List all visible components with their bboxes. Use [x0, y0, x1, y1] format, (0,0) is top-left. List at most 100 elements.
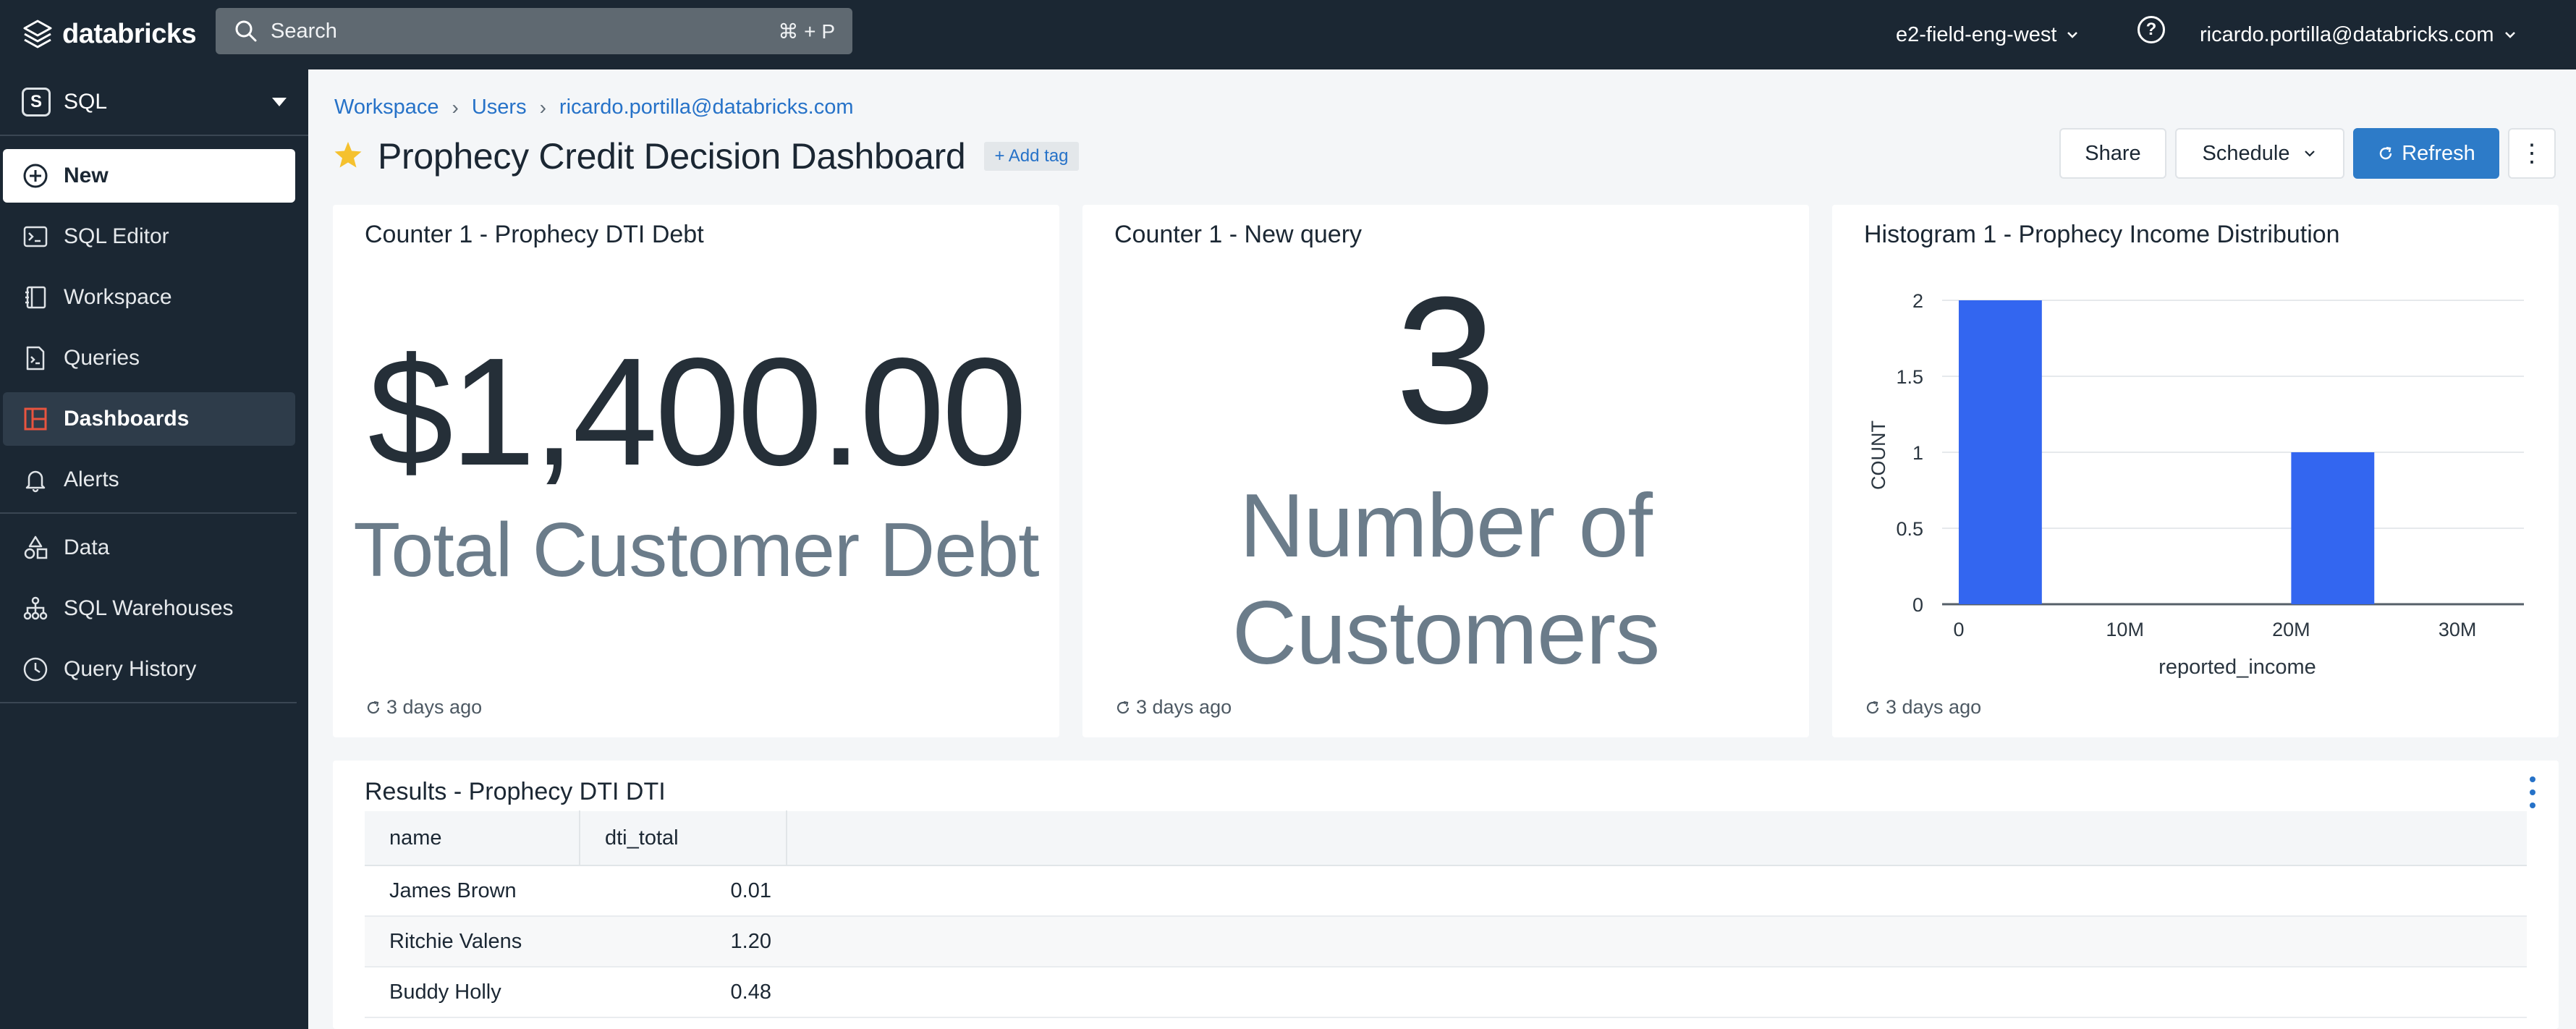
counter-label: Total Customer Debt — [353, 507, 1039, 593]
x-tick-label: 10M — [2106, 619, 2144, 640]
cell-name: Buddy Holly — [389, 980, 501, 1004]
refresh-icon — [2380, 146, 2392, 160]
cell-dti-total: 0.48 — [730, 980, 771, 1004]
sidebar-item-label: Workspace — [64, 285, 172, 309]
user-email: ricardo.portilla@databricks.com — [2200, 22, 2494, 46]
updated-time: 3 days ago — [1886, 696, 1982, 718]
table-row: Ritchie Valens 1.20 — [365, 917, 2527, 967]
page-title: Prophecy Credit Decision Dashboard — [378, 136, 966, 177]
notebook-icon — [25, 286, 46, 309]
refresh-icon — [1866, 700, 1879, 713]
top-bar: databricks Search ⌘ + P e2-field-eng-wes… — [0, 0, 2576, 69]
sidebar-item-dashboards[interactable]: Dashboards — [3, 392, 295, 446]
user-menu[interactable]: ricardo.portilla@databricks.com — [2200, 16, 2517, 54]
cell-name: Ritchie Valens — [389, 929, 522, 953]
histogram-bar — [1958, 300, 2042, 604]
query-icon — [26, 346, 45, 370]
breadcrumb-user-folder[interactable]: ricardo.portilla@databricks.com — [559, 96, 854, 119]
x-tick-label: 20M — [2272, 619, 2310, 640]
refresh-icon — [367, 700, 380, 713]
column-header-name[interactable]: name — [365, 810, 580, 865]
refresh-label: Refresh — [2402, 141, 2475, 165]
add-tag-button[interactable]: + Add tag — [984, 142, 1079, 171]
widget-title: Counter 1 - New query — [1114, 221, 1363, 248]
breadcrumb-workspace[interactable]: Workspace — [334, 96, 439, 119]
y-axis-label: COUNT — [1868, 420, 1889, 490]
sidebar-item-label: Alerts — [64, 467, 119, 491]
x-tick-label: 0 — [1953, 619, 1964, 640]
new-label: New — [64, 164, 109, 187]
table-row: Buddy Holly 0.48 — [365, 967, 2527, 1018]
warehouse-icon — [23, 596, 48, 620]
widget-refresh-status[interactable]: 3 days ago — [1864, 696, 1981, 719]
counter-widget-customers: Counter 1 - New query 3 Number of Custom… — [1082, 205, 1809, 737]
chevron-down-icon — [2305, 151, 2316, 157]
sidebar-item-query-history[interactable]: Query History — [3, 643, 295, 696]
sidebar-divider — [0, 702, 297, 703]
y-tick-label: 1.5 — [1896, 366, 1923, 388]
search-placeholder: Search — [271, 19, 337, 43]
bell-icon — [25, 470, 46, 493]
sidebar-item-data[interactable]: Data — [3, 521, 295, 575]
caret-down-icon — [272, 98, 287, 106]
title-row: Prophecy Credit Decision Dashboard + Add… — [333, 133, 1079, 179]
more-options-button[interactable]: ⋮ — [2508, 128, 2556, 179]
sidebar-item-workspace[interactable]: Workspace — [3, 271, 295, 324]
sql-persona-icon: S — [22, 88, 51, 117]
search-icon — [235, 20, 257, 42]
databricks-logo[interactable]: databricks — [22, 13, 197, 55]
counter-value: $1,400.00 — [368, 326, 1027, 497]
results-table: name dti_total James Brown 0.01 Ritchie … — [365, 810, 2527, 1018]
updated-time: 3 days ago — [386, 696, 483, 718]
sidebar-item-label: Data — [64, 535, 110, 559]
counter-value: 3 — [1395, 259, 1496, 461]
help-icon[interactable]: ? — [2138, 16, 2165, 43]
table-header: name dti_total — [365, 810, 2527, 866]
dashboard-icon — [24, 407, 47, 431]
y-tick-label: 1 — [1912, 442, 1923, 464]
sidebar-item-label: Query History — [64, 657, 197, 681]
persona-label: SQL — [64, 90, 108, 114]
persona-switcher[interactable]: S SQL — [0, 69, 308, 136]
counter-label: Number of Customers — [1232, 476, 1660, 683]
breadcrumb-separator: › — [452, 96, 459, 119]
search-shortcut: ⌘ + P — [778, 20, 835, 43]
new-button[interactable]: New — [3, 149, 295, 203]
refresh-button[interactable]: Refresh — [2353, 128, 2499, 179]
widget-menu-kebab-icon[interactable] — [2525, 776, 2540, 808]
widget-title: Results - Prophecy DTI DTI — [365, 778, 666, 805]
cell-name: James Brown — [389, 878, 517, 902]
widget-refresh-status[interactable]: 3 days ago — [365, 696, 482, 719]
y-tick-label: 0 — [1912, 594, 1923, 616]
sidebar-item-label: Dashboards — [64, 407, 190, 431]
sidebar-item-sql-warehouses[interactable]: SQL Warehouses — [3, 582, 295, 635]
schedule-label: Schedule — [2202, 141, 2290, 165]
sidebar-item-sql-editor[interactable]: SQL Editor — [3, 210, 295, 263]
x-tick-label: 30M — [2439, 619, 2477, 640]
chevron-down-icon — [2504, 32, 2515, 38]
databricks-logo-icon — [23, 20, 52, 48]
share-label: Share — [2085, 141, 2141, 165]
sidebar-divider — [0, 512, 297, 514]
search-bar[interactable]: Search ⌘ + P — [216, 8, 852, 54]
sidebar-item-queries[interactable]: Queries — [3, 331, 295, 385]
histogram-chart: 0 0.5 1 1.5 2 0 10M 20M 30M reported_income COUNT — [1868, 290, 2524, 679]
y-tick-label: 2 — [1912, 290, 1923, 312]
breadcrumb-users[interactable]: Users — [472, 96, 527, 119]
schedule-button[interactable]: Schedule — [2175, 128, 2344, 179]
sidebar-item-label: SQL Editor — [64, 224, 169, 248]
cell-dti-total: 1.20 — [730, 929, 771, 953]
column-header-dti-total[interactable]: dti_total — [580, 810, 787, 865]
workspace-selector[interactable]: e2-field-eng-west — [1896, 16, 2080, 54]
terminal-icon — [23, 226, 48, 247]
cell-dti-total: 0.01 — [730, 878, 771, 902]
x-axis-label: reported_income — [2158, 656, 2316, 679]
favorite-star-icon[interactable] — [333, 140, 363, 174]
plus-circle-icon — [23, 164, 48, 188]
histogram-bar — [2291, 452, 2375, 604]
table-row: James Brown 0.01 — [365, 866, 2527, 917]
sidebar-item-alerts[interactable]: Alerts — [3, 453, 295, 507]
widget-refresh-status[interactable]: 3 days ago — [1114, 696, 1232, 719]
shapes-icon — [24, 535, 48, 559]
share-button[interactable]: Share — [2059, 128, 2166, 179]
